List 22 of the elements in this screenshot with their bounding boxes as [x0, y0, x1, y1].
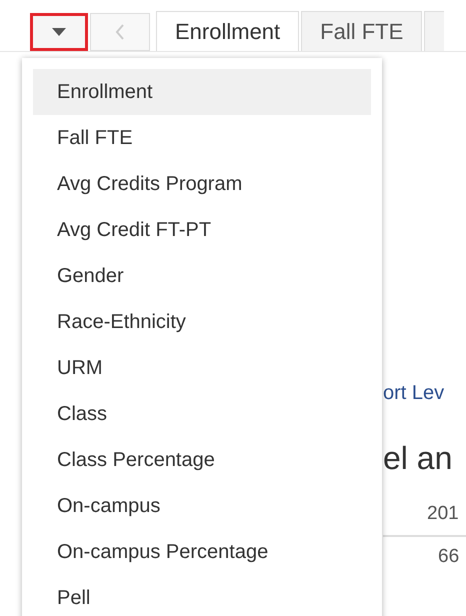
chevron-left-icon [115, 24, 125, 40]
menu-item[interactable]: Avg Credit FT-PT [33, 207, 371, 253]
column-header: 201 [427, 503, 459, 524]
menu-item[interactable]: Class [33, 391, 371, 437]
menu-item[interactable]: Fall FTE [33, 115, 371, 161]
subtitle-text: ort Lev [383, 382, 444, 404]
heading-text: el an [383, 440, 452, 476]
menu-item[interactable]: Race-Ethnicity [33, 299, 371, 345]
caret-icon [52, 28, 66, 36]
tab[interactable]: Fall FTE [301, 11, 422, 51]
dropdown-button[interactable] [30, 13, 88, 51]
menu-item[interactable]: Enrollment [33, 69, 371, 115]
tab[interactable] [424, 11, 444, 51]
menu-item[interactable]: Gender [33, 253, 371, 299]
menu-item[interactable]: Pell [33, 575, 371, 616]
menu-item[interactable]: On-campus [33, 483, 371, 529]
table-cell: 66 [438, 546, 460, 566]
tab[interactable]: Enrollment [156, 11, 300, 51]
menu-item[interactable]: URM [33, 345, 371, 391]
menu-item[interactable]: Class Percentage [33, 437, 371, 483]
menu-item[interactable]: Avg Credits Program [33, 161, 371, 207]
menu-item[interactable]: On-campus Percentage [33, 529, 371, 575]
